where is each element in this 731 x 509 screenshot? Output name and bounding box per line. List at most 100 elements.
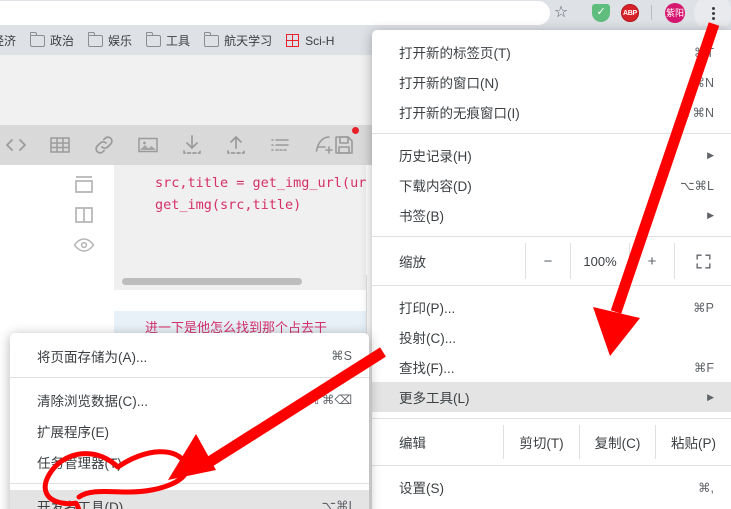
- preview-eye-icon[interactable]: [72, 233, 96, 257]
- menu-item-new-window[interactable]: 打开新的窗口(N) ⌘N: [372, 67, 731, 97]
- copy-button[interactable]: 复制(C): [579, 425, 655, 459]
- menu-edit-row: 编辑 剪切(T) 复制(C) 粘贴(P): [372, 425, 731, 459]
- bookmark-item-1[interactable]: 政治: [24, 30, 80, 52]
- zoom-in-button[interactable]: +: [629, 243, 674, 279]
- bookmark-item-3[interactable]: 工具: [140, 30, 196, 52]
- menu-item-label: 投射(C)...: [399, 331, 456, 346]
- menu-zoom-row: 缩放 − 100% +: [372, 243, 731, 279]
- bookmark-item-4[interactable]: 航天学习: [198, 30, 278, 52]
- horizontal-scrollbar[interactable]: [122, 278, 302, 285]
- table-icon[interactable]: [48, 133, 72, 157]
- menu-item-label: 扩展程序(E): [37, 424, 109, 440]
- menu-item-bookmarks[interactable]: 书签(B) ▶: [372, 200, 731, 230]
- zoom-label: 缩放: [399, 255, 426, 270]
- unsaved-indicator-badge: [352, 127, 359, 134]
- menu-item-label: 将页面存储为(A)...: [37, 349, 148, 365]
- image-icon[interactable]: [136, 133, 160, 157]
- menu-item-more-tools[interactable]: 更多工具(L) ▶: [372, 382, 731, 412]
- chevron-right-icon: ▶: [707, 149, 714, 160]
- submenu-item-save-page-as[interactable]: 将页面存储为(A)... ⌘S: [10, 340, 369, 371]
- menu-item-label: 查找(F)...: [399, 361, 455, 376]
- menu-item-shortcut: ⌥⌘I: [321, 499, 352, 509]
- menu-item-shortcut: ⌘F: [693, 360, 714, 375]
- address-bar[interactable]: [0, 1, 550, 25]
- folder-icon: [29, 32, 46, 47]
- menu-item-shortcut: ⇧⌘N: [681, 105, 714, 120]
- menu-separator: [372, 285, 731, 286]
- menu-separator: [372, 465, 731, 466]
- menu-item-shortcut: ⌘S: [331, 349, 352, 363]
- folder-icon: [145, 32, 162, 47]
- bookmark-label: 政治: [50, 34, 75, 48]
- cut-button[interactable]: 剪切(T): [503, 425, 579, 459]
- single-pane-icon[interactable]: [72, 173, 96, 197]
- editor-view-rail: [58, 165, 114, 300]
- upload-icon[interactable]: [224, 133, 248, 157]
- menu-item-new-incognito-window[interactable]: 打开新的无痕窗口(I) ⇧⌘N: [372, 97, 731, 127]
- bookmark-label: 经济: [0, 34, 17, 48]
- bookmark-label: Sci-H: [305, 33, 335, 48]
- menu-item-label: 任务管理器(T): [37, 455, 122, 471]
- bookmark-item-0[interactable]: 经济: [0, 30, 22, 52]
- menu-item-shortcut: ⌥⌘L: [680, 178, 714, 193]
- kebab-dot: [712, 12, 715, 15]
- menu-separator: [372, 133, 731, 134]
- kebab-dot: [712, 17, 715, 20]
- menu-separator: [10, 483, 369, 484]
- link-icon[interactable]: [92, 133, 116, 157]
- menu-item-label: 设置(S): [399, 481, 444, 496]
- menu-item-shortcut: ⌘N: [692, 75, 714, 90]
- menu-separator: [372, 236, 731, 237]
- code-editor[interactable]: src,title = get_img_url(ur get_img(src,t…: [114, 165, 366, 290]
- submenu-item-clear-browsing-data[interactable]: 清除浏览数据(C)... ⇧⌘⌫: [10, 384, 369, 415]
- menu-item-shortcut: ⌘,: [698, 480, 714, 495]
- adblock-plus-extension-icon[interactable]: ABP: [621, 4, 639, 22]
- menu-item-find[interactable]: 查找(F)... ⌘F: [372, 352, 731, 382]
- folder-icon: [87, 32, 104, 47]
- menu-item-shortcut: ⌘T: [693, 45, 714, 60]
- edit-label: 编辑: [399, 436, 426, 451]
- chevron-right-icon: ▶: [707, 209, 714, 220]
- save-icon[interactable]: [332, 133, 356, 157]
- download-icon[interactable]: [180, 133, 204, 157]
- scihub-icon: [286, 34, 300, 47]
- menu-item-cast[interactable]: 投射(C)...: [372, 322, 731, 352]
- menu-separator: [372, 418, 731, 419]
- bookmark-item-2[interactable]: 娱乐: [82, 30, 138, 52]
- menu-item-label: 清除浏览数据(C)...: [37, 393, 148, 409]
- kebab-dot: [712, 7, 715, 10]
- code-line: src,title = get_img_url(ur: [155, 175, 367, 191]
- menu-item-label: 历史记录(H): [399, 149, 472, 164]
- split-pane-icon[interactable]: [72, 203, 96, 227]
- list-icon[interactable]: [268, 133, 292, 157]
- submenu-item-task-manager[interactable]: 任务管理器(T): [10, 446, 369, 477]
- menu-item-label: 更多工具(L): [399, 391, 470, 406]
- chrome-main-menu: 打开新的标签页(T) ⌘T 打开新的窗口(N) ⌘N 打开新的无痕窗口(I) ⇧…: [372, 30, 731, 509]
- menu-item-new-tab[interactable]: 打开新的标签页(T) ⌘T: [372, 37, 731, 67]
- bookmark-star-icon[interactable]: ☆: [552, 4, 570, 22]
- more-tools-submenu: 将页面存储为(A)... ⌘S 清除浏览数据(C)... ⇧⌘⌫ 扩展程序(E)…: [10, 333, 369, 509]
- chrome-menu-button[interactable]: [700, 0, 728, 26]
- menu-item-downloads[interactable]: 下载内容(D) ⌥⌘L: [372, 170, 731, 200]
- fullscreen-icon[interactable]: [674, 243, 731, 279]
- menu-item-settings[interactable]: 设置(S) ⌘,: [372, 472, 731, 502]
- screenshot-root: ☆ ✓ ABP 紫阳 经济 政治 娱乐 工具 航天学习: [0, 0, 731, 509]
- menu-item-help[interactable]: 帮助(E) ▶: [372, 502, 731, 509]
- menu-item-print[interactable]: 打印(P)... ⌘P: [372, 292, 731, 322]
- browser-toolbar: ☆ ✓ ABP 紫阳: [0, 0, 731, 32]
- menu-separator: [10, 377, 369, 378]
- avatar[interactable]: 紫阳: [665, 3, 685, 23]
- menu-item-shortcut: ⌘P: [693, 300, 714, 315]
- menu-item-label: 打印(P)...: [399, 301, 456, 316]
- menu-item-shortcut: ⇧⌘⌫: [311, 393, 352, 407]
- zoom-out-button[interactable]: −: [525, 243, 570, 279]
- adguard-extension-icon[interactable]: ✓: [592, 4, 610, 22]
- submenu-item-extensions[interactable]: 扩展程序(E): [10, 415, 369, 446]
- bookmark-item-5[interactable]: Sci-H: [280, 30, 340, 52]
- code-icon[interactable]: [4, 133, 28, 157]
- menu-item-history[interactable]: 历史记录(H) ▶: [372, 140, 731, 170]
- paste-button[interactable]: 粘贴(P): [655, 425, 731, 459]
- submenu-item-developer-tools[interactable]: 开发者工具(D) ⌥⌘I: [10, 490, 369, 509]
- bookmark-label: 娱乐: [108, 34, 133, 48]
- menu-item-label: 打开新的窗口(N): [399, 76, 499, 91]
